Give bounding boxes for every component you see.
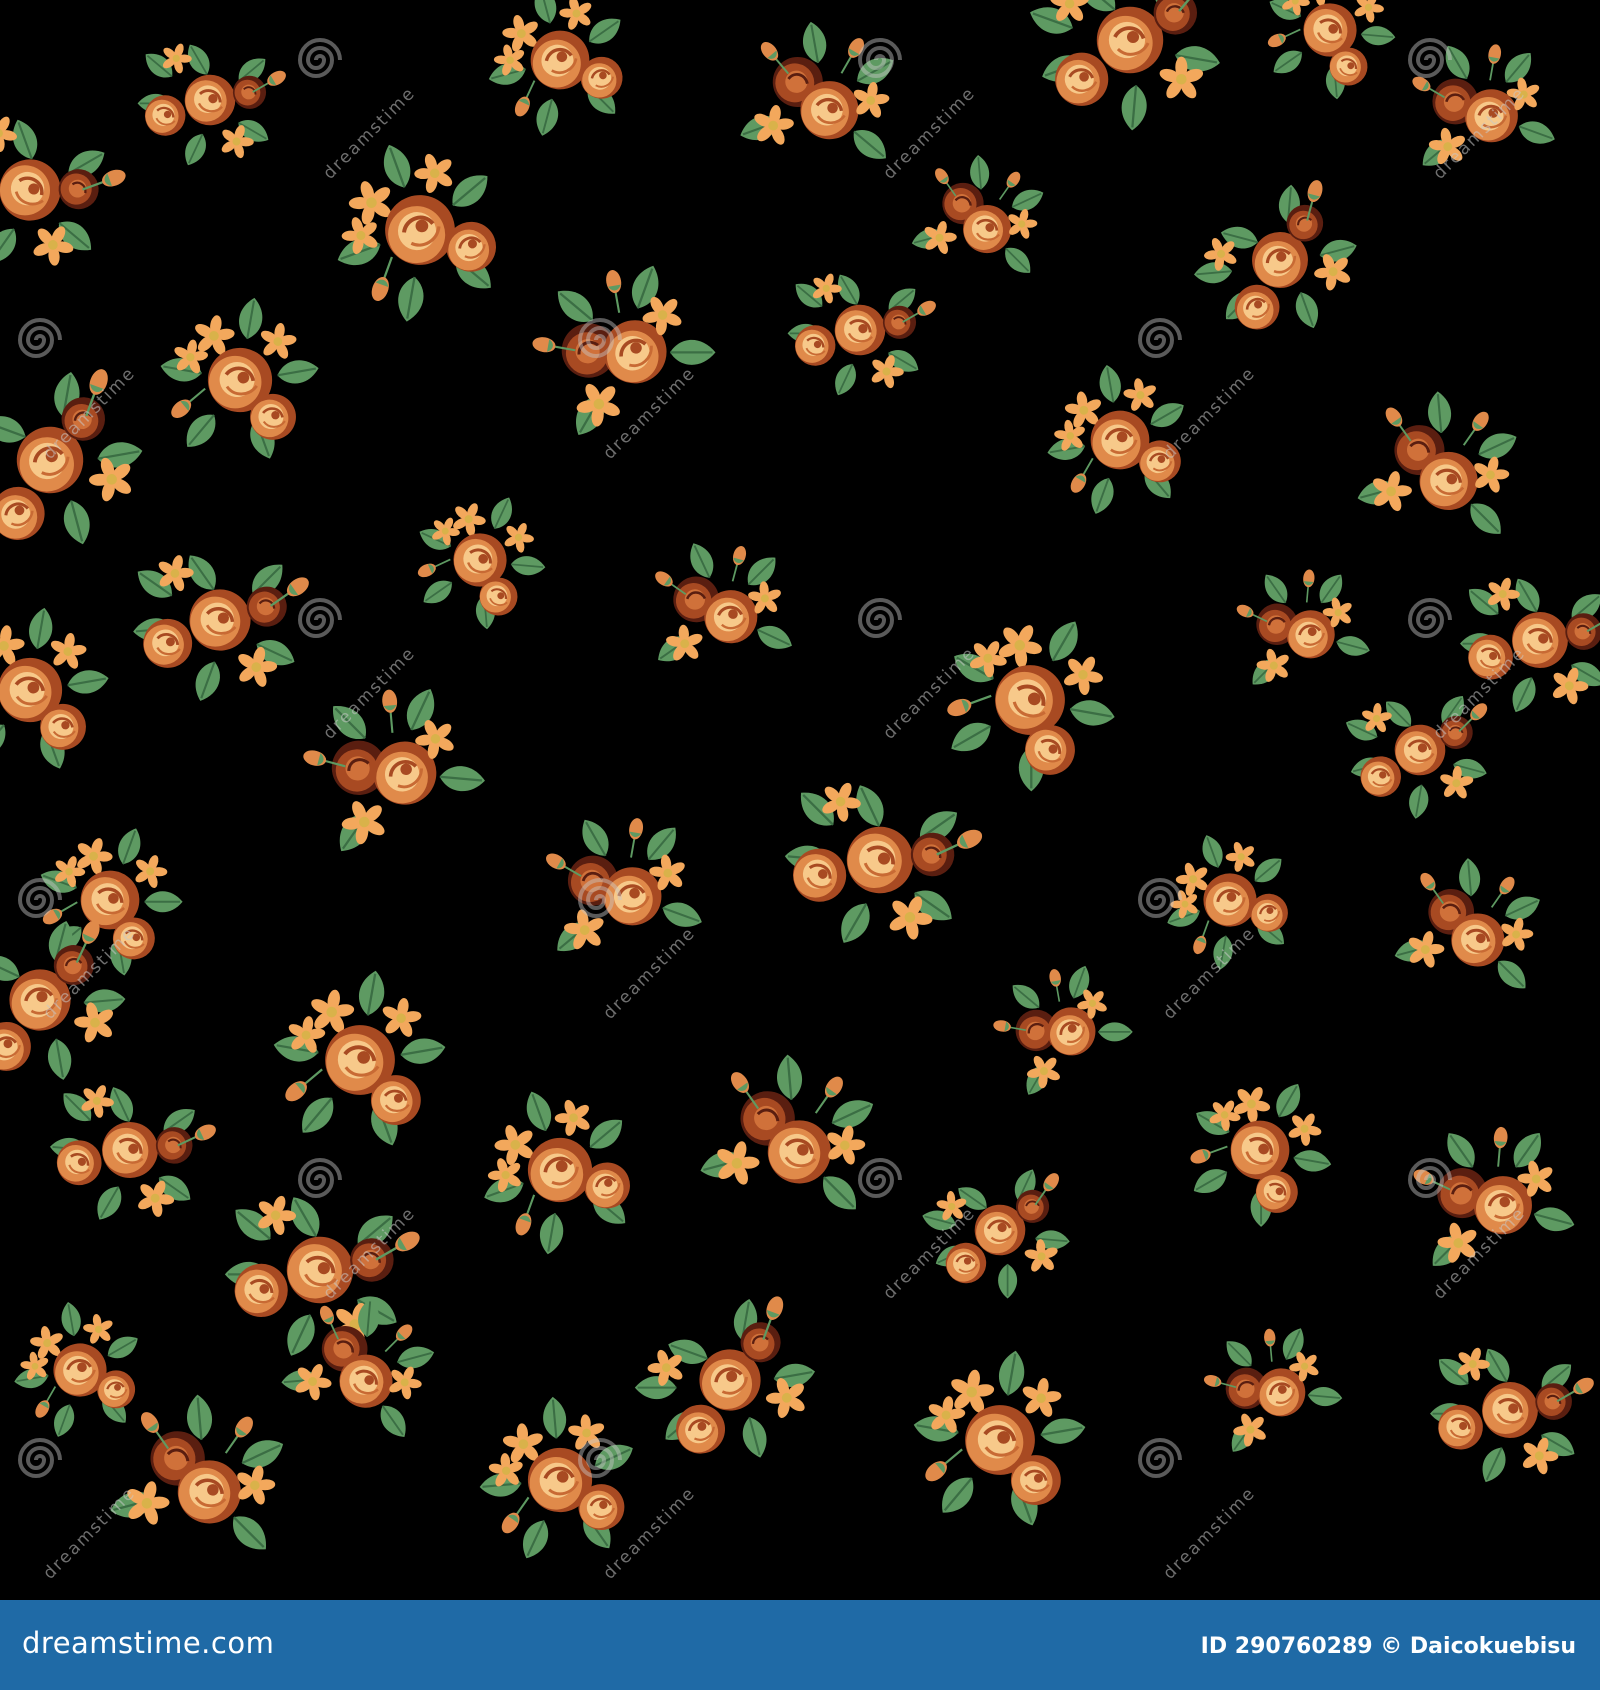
copyright-symbol: © bbox=[1380, 1634, 1403, 1659]
image-credit: ID 290760289 © Daicokuebisu bbox=[1201, 1634, 1576, 1659]
id-value: 290760289 bbox=[1234, 1634, 1373, 1659]
id-label: ID bbox=[1200, 1634, 1228, 1659]
floral-pattern: dreamstime dreamstime dreamstimedreamstime… bbox=[0, 0, 1600, 1600]
stock-image-frame: dreamstime dreamstime dreamstime dreamstime… bbox=[0, 0, 1600, 1690]
author-name[interactable]: Daicokuebisu bbox=[1410, 1634, 1576, 1659]
stock-footer-bar: dreamstime.com ID 290760289 © Daicokuebi… bbox=[0, 1600, 1600, 1690]
brand-wordmark[interactable]: dreamstime.com bbox=[22, 1626, 274, 1660]
